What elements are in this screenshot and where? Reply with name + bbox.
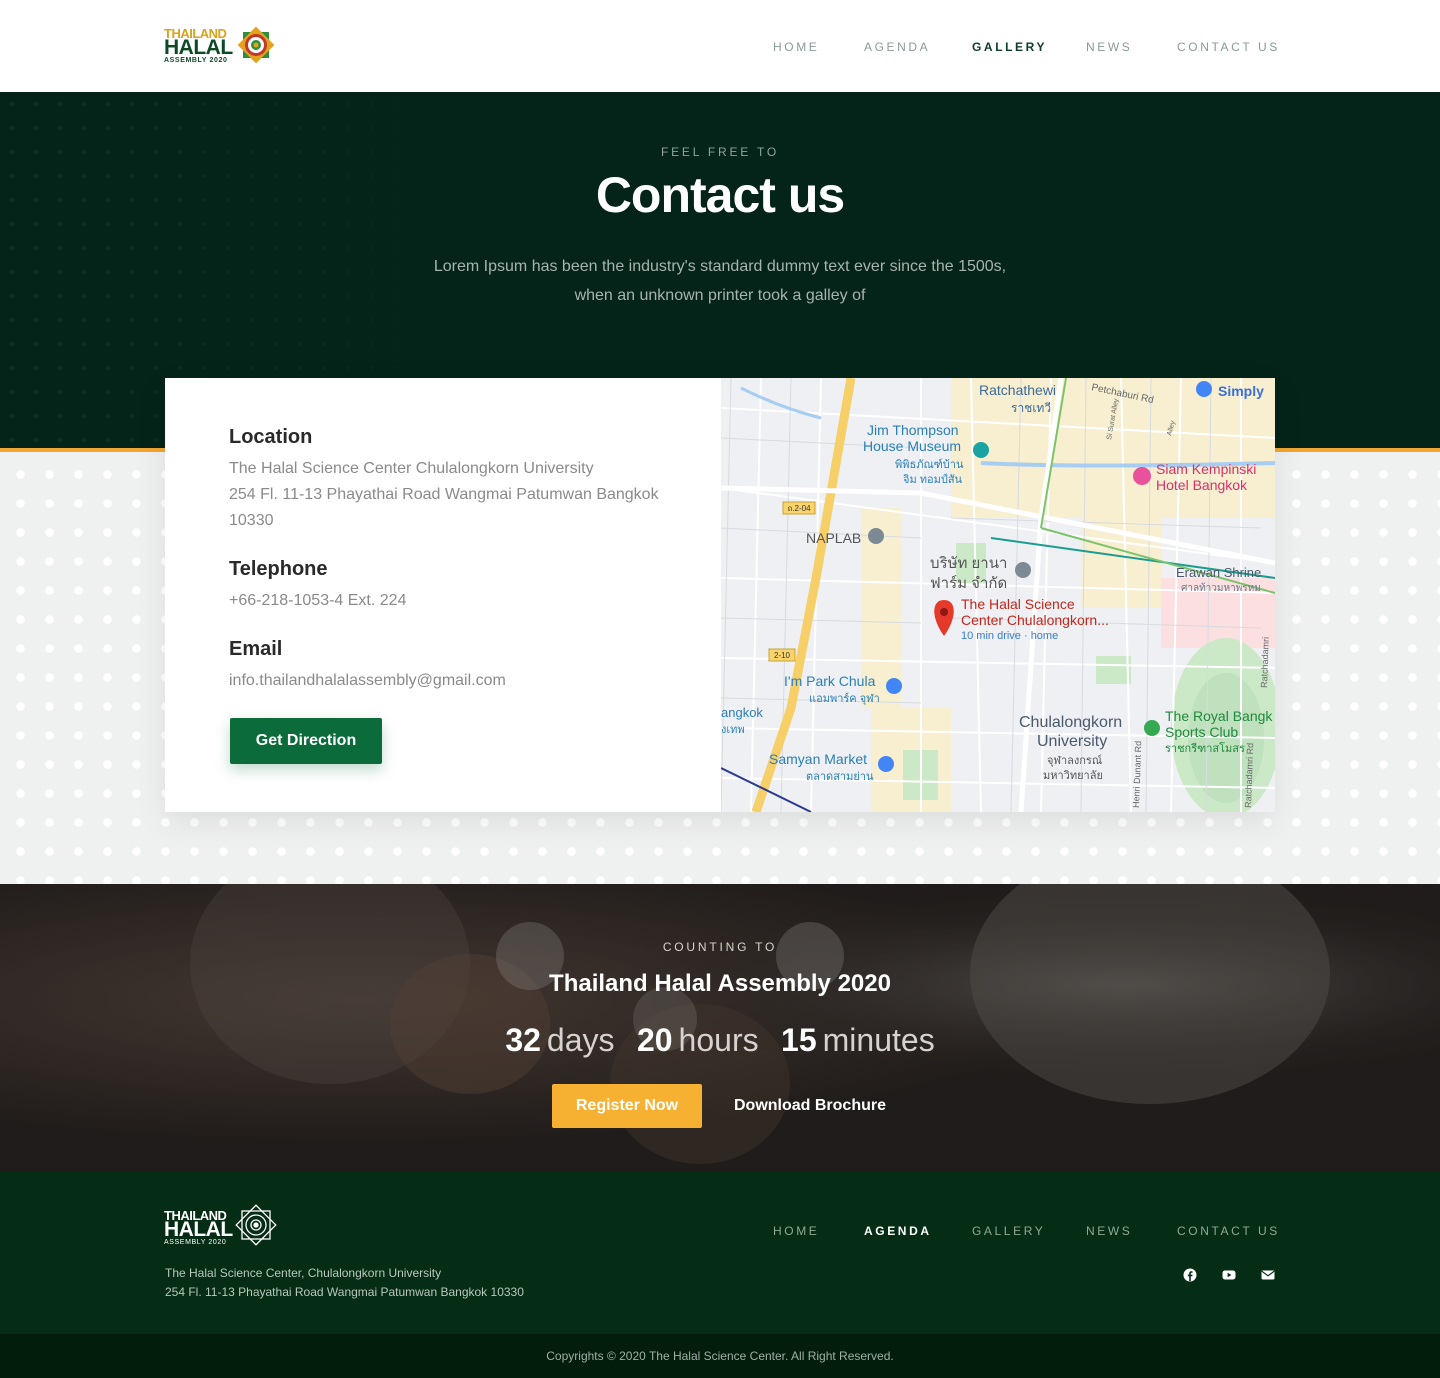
shopping-pin-icon [878, 756, 894, 772]
telephone-value[interactable]: +66-218-1053-4 Ext. 224 [229, 588, 689, 614]
map-label-ratchadamri2: Ratchadamri [1259, 637, 1271, 688]
site-footer: THAILAND HALAL ASSEMBLY 2020 HOME AGENDA… [0, 1172, 1440, 1334]
email-icon[interactable] [1261, 1268, 1275, 1282]
email-heading: Email [229, 638, 283, 660]
site-header: THAILAND HALAL ASSEMBLY 2020 HOME AGENDA… [0, 0, 1440, 92]
location-line3: 10330 [229, 512, 274, 529]
nav-agenda[interactable]: AGENDA [864, 40, 930, 54]
map-label-jim2: House Museum [863, 438, 961, 454]
map-label-chula2: University [1037, 733, 1107, 750]
facebook-icon[interactable] [1183, 1268, 1197, 1282]
countdown-days: 32 [505, 1022, 541, 1058]
register-now-button[interactable]: Register Now [552, 1084, 702, 1128]
footer-nav-contact-us[interactable]: CONTACT US [1177, 1224, 1280, 1238]
map-label-road210: 2-10 [774, 651, 791, 660]
shopping-pin-icon [886, 678, 902, 694]
museum-pin-icon [973, 442, 989, 458]
telephone-heading: Telephone [229, 558, 328, 580]
footer-logo-line3: ASSEMBLY 2020 [164, 1239, 227, 1246]
countdown-days-unit: days [546, 1022, 615, 1058]
countdown-hours: 20 [636, 1022, 673, 1058]
footer-logo-line2: HALAL [164, 1218, 233, 1241]
map-label-ratchathewi-th: ราชเทวี [1011, 401, 1051, 415]
map-label-erawan-th: ศาลท้าวมหาพรหม [1181, 582, 1261, 594]
location-map[interactable]: ถ.2-04 2-10 Ratchathewi ราชเทวี Petchabu… [721, 378, 1275, 812]
map-label-samyan-th: ตลาดสามย่าน [806, 771, 874, 783]
location-heading: Location [229, 426, 313, 448]
copyright-text: Copyrights © 2020 The Halal Science Cent… [546, 1349, 894, 1363]
map-label-ratchathewi: Ratchathewi [979, 382, 1056, 398]
nav-gallery[interactable]: GALLERY [972, 40, 1047, 54]
map-label-chula-th1: จุฬาลงกรณ์ [1047, 754, 1102, 767]
hotel-pin-icon [1133, 467, 1151, 485]
footer-address: The Halal Science Center, Chulalongkorn … [165, 1264, 524, 1302]
logo-line2: HALAL [164, 36, 233, 59]
countdown-timer: 32 days 20 hours 15 minutes [0, 1022, 1440, 1059]
map-label-royal1: The Royal Bangk [1165, 708, 1273, 724]
email-value[interactable]: info.thailandhalalassembly@gmail.com [229, 668, 689, 694]
map-label-halal2: Center Chulalongkorn... [961, 612, 1109, 628]
park-pin-icon [1144, 720, 1160, 736]
map-label-siam1: Siam Kempinski [1156, 461, 1256, 477]
youtube-icon[interactable] [1222, 1268, 1236, 1282]
get-direction-button[interactable]: Get Direction [230, 718, 382, 764]
map-label-siam2: Hotel Bangkok [1156, 477, 1248, 493]
map-label-royal-th: ราชกรีฑาสโมสร [1165, 741, 1245, 755]
page-title: Contact us [595, 167, 845, 223]
map-label-angkok-th: งเทพ [721, 724, 745, 736]
countdown-minutes: 15 [781, 1022, 817, 1058]
download-brochure-button[interactable]: Download Brochure [722, 1084, 898, 1128]
map-label-erawan: Erawan Shrine [1176, 565, 1261, 580]
map-label-samyan: Samyan Market [769, 751, 867, 767]
footer-nav-agenda[interactable]: AGENDA [864, 1224, 932, 1238]
map-label-jim-th1: พิพิธภัณฑ์บ้าน [895, 458, 964, 471]
map-label-jim-th2: จิม ทอมป์สัน [902, 473, 962, 486]
logo-line3: ASSEMBLY 2020 [164, 57, 228, 64]
map-label-impark: I'm Park Chula [784, 673, 876, 689]
map-label-yana1: บริษัท ยานา [930, 555, 1007, 572]
countdown-minutes-unit: minutes [822, 1022, 935, 1058]
footer-nav-home[interactable]: HOME [773, 1224, 819, 1238]
place-pin-icon [868, 528, 884, 544]
map-label-simply: Simply [1218, 383, 1264, 399]
halal-emblem-icon [235, 1204, 277, 1246]
contact-card: Location The Halal Science Center Chulal… [165, 378, 1275, 812]
place-pin-icon [1015, 562, 1031, 578]
footer-logo[interactable]: THAILAND HALAL ASSEMBLY 2020 [164, 1202, 278, 1248]
footer-address-line2: 254 Fl. 11-13 Phayathai Road Wangmai Pat… [165, 1285, 524, 1299]
hero-subtitle: Lorem Ipsum has been the industry's stan… [433, 258, 1007, 304]
map-label-naplab: NAPLAB [806, 530, 861, 546]
location-line2: 254 Fl. 11-13 Phayathai Road Wangmai Pat… [229, 486, 659, 503]
map-label-road204: ถ.2-04 [787, 504, 811, 513]
nav-home[interactable]: HOME [773, 40, 819, 54]
map-canvas[interactable]: ถ.2-04 2-10 Ratchathewi ราชเทวี Petchabu… [721, 378, 1275, 812]
footer-nav-gallery[interactable]: GALLERY [972, 1224, 1045, 1238]
footer-nav-news[interactable]: NEWS [1086, 1224, 1132, 1238]
site-logo[interactable]: THAILAND HALAL ASSEMBLY 2020 [164, 22, 278, 68]
map-label-impark-th: แอมพาร์ค จุฬา [809, 692, 880, 705]
map-label-chula-th2: มหาวิทยาลัย [1043, 770, 1103, 782]
copyright-bar: Copyrights © 2020 The Halal Science Cent… [0, 1334, 1440, 1378]
map-label-halal3: 10 min drive · home [961, 630, 1058, 642]
countdown-hours-unit: hours [678, 1022, 759, 1058]
shopping-pin-icon [1196, 381, 1212, 397]
halal-emblem-icon [237, 26, 275, 64]
countdown-eyebrow: COUNTING TO [662, 940, 778, 954]
nav-contact-us[interactable]: CONTACT US [1177, 40, 1280, 54]
footer-address-line1: The Halal Science Center, Chulalongkorn … [165, 1266, 442, 1280]
countdown-section: COUNTING TO Thailand Halal Assembly 2020… [0, 884, 1440, 1172]
map-label-royal2: Sports Club [1165, 724, 1238, 740]
map-label-yana2: ฟาร์ม จำกัด [930, 575, 1007, 592]
countdown-title: Thailand Halal Assembly 2020 [549, 970, 891, 997]
nav-news[interactable]: NEWS [1086, 40, 1132, 54]
map-label-angkok: angkok [721, 705, 763, 720]
location-line1: The Halal Science Center Chulalongkorn U… [229, 460, 594, 477]
map-label-halal1: The Halal Science [961, 596, 1075, 612]
map-label-jim1: Jim Thompson [867, 422, 959, 438]
hero-eyebrow: FEEL FREE TO [660, 145, 780, 159]
map-label-chula1: Chulalongkorn [1019, 714, 1122, 731]
